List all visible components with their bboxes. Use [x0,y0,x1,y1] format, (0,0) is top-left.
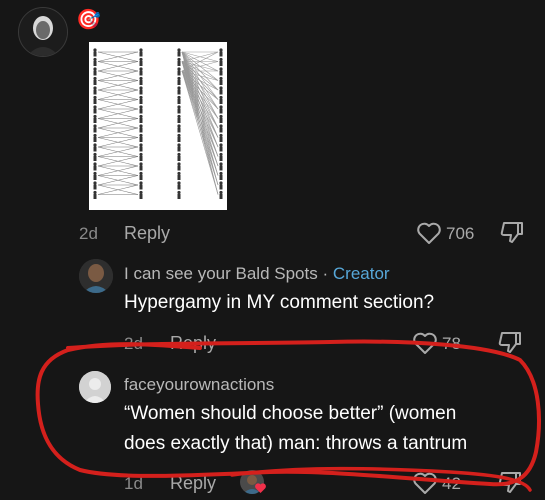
target-emoji: 🎯 [76,9,101,31]
comment-text-line-2: does exactly that) man: throws a tantrum [124,433,468,454]
default-avatar[interactable] [79,371,111,403]
reply-button-2[interactable]: Reply [170,473,216,494]
creator-username[interactable]: I can see your Bald Spots [124,264,318,283]
sticker-graphic [93,48,223,199]
comment-timestamp-2: 1d [124,474,143,493]
reply-button[interactable]: Reply [124,223,170,244]
creator-like-count: 78 [442,334,461,353]
red-heart-icon [254,482,267,494]
comment-sticker-image[interactable] [89,42,227,210]
like-count-2: 42 [442,474,461,493]
creator-avatar[interactable] [79,259,113,293]
heart-icon[interactable] [416,221,442,245]
creator-dislike-icon[interactable] [496,330,522,356]
commenter-username[interactable]: faceyourownactions [124,375,274,395]
like-count: 706 [446,224,475,243]
dislike-icon[interactable] [498,220,524,246]
creator-username-line: I can see your Bald Spots · Creator [124,264,390,284]
creator-comment-timestamp: 2d [124,334,143,353]
creator-comment-text: Hypergamy in MY comment section? [124,292,435,313]
heart-icon-2[interactable] [412,471,438,495]
creator-badge: Creator [332,264,390,283]
commenter-avatar[interactable] [18,7,68,57]
name-separator: · [322,264,329,283]
creator-heart-icon[interactable] [412,331,438,355]
comment-text-line-1: “Women should choose better” (women [124,403,457,424]
dislike-icon-2[interactable] [496,470,522,496]
comment-timestamp: 2d [79,224,98,243]
creator-reply-button[interactable]: Reply [170,333,216,354]
